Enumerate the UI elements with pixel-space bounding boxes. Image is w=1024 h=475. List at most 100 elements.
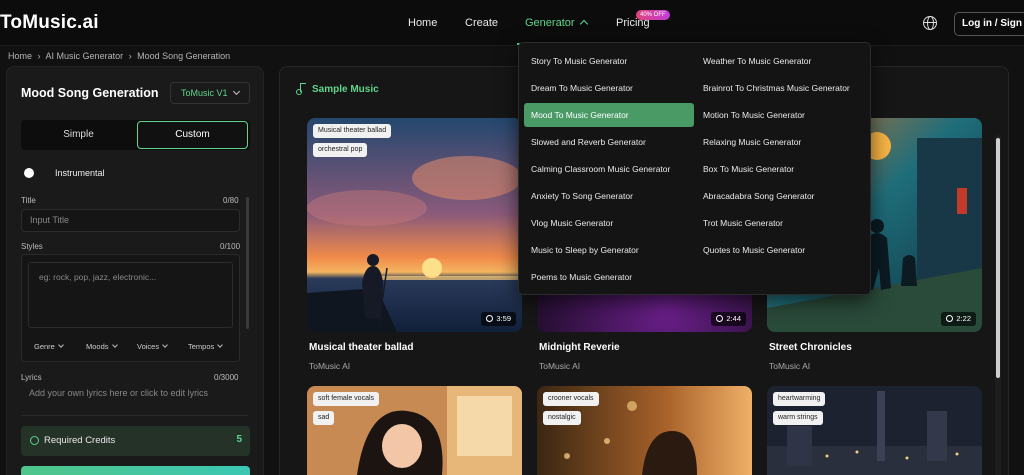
genre-tag: orchestral pop	[313, 143, 368, 157]
voices-label: Voices	[137, 342, 160, 351]
menu-item-dream-to-music[interactable]: Dream To Music Generator	[524, 76, 633, 100]
chevron-down-icon	[217, 342, 224, 348]
sample-music-header: Sample Music	[296, 82, 379, 95]
nav-create[interactable]: Create	[465, 17, 498, 29]
genre-tag: crooner vocals	[543, 392, 599, 406]
title-input[interactable]: Input Title	[21, 209, 240, 232]
login-button[interactable]: Log in / Sign Up	[954, 12, 1024, 36]
card-author: ToMusic AI	[539, 361, 581, 371]
menu-item-mood-to-music[interactable]: Mood To Music Generator	[524, 103, 694, 127]
nav-generator-label: Generator	[525, 17, 575, 29]
moods-label: Moods	[86, 342, 109, 351]
menu-item-brainrot-christmas[interactable]: Brainrot To Christmas Music Generator	[696, 76, 850, 100]
generation-form-panel: Mood Song Generation ToMusic V1 Simple C…	[6, 66, 264, 475]
generate-button[interactable]	[21, 466, 250, 475]
genre-tag: nostalgic	[543, 411, 581, 425]
card-author: ToMusic AI	[769, 361, 811, 371]
lyrics-char-count: 0/3000	[214, 373, 239, 382]
menu-item-poems-to-music[interactable]: Poems to Music Generator	[524, 265, 632, 289]
duration-value: 3:59	[496, 314, 511, 323]
voices-dropdown[interactable]: Voices	[137, 342, 168, 351]
model-version-value: ToMusic V1	[181, 88, 228, 98]
mode-toggle: Simple Custom	[21, 120, 250, 150]
duration-value: 2:44	[726, 314, 741, 323]
card-cover-image: soft female vocals sad	[307, 386, 522, 475]
genre-tag: heartwarming	[773, 392, 826, 406]
breadcrumb-separator: ›	[37, 51, 41, 61]
chevron-up-icon	[579, 19, 588, 29]
styles-label: Styles	[21, 242, 43, 251]
menu-item-box-to-music[interactable]: Box To Music Generator	[696, 157, 794, 181]
genre-dropdown[interactable]: Genre	[34, 342, 64, 351]
model-version-select[interactable]: ToMusic V1	[170, 82, 250, 104]
menu-item-slowed-reverb[interactable]: Slowed and Reverb Generator	[524, 130, 646, 154]
genre-tag: Musical theater ballad	[313, 124, 392, 138]
menu-item-story-to-music[interactable]: Story To Music Generator	[524, 49, 627, 73]
instrumental-toggle[interactable]	[24, 168, 34, 178]
card-cover-image: crooner vocals nostalgic	[537, 386, 752, 475]
nav-home[interactable]: Home	[408, 17, 437, 29]
lyrics-label: Lyrics	[21, 373, 42, 382]
samples-scrollbar-thumb[interactable]	[996, 138, 1000, 378]
menu-item-abracadabra-song[interactable]: Abracadabra Song Generator	[696, 184, 815, 208]
tempos-label: Tempos	[188, 342, 215, 351]
title-label: Title	[21, 196, 36, 205]
credits-value: 5	[236, 434, 242, 445]
moods-dropdown[interactable]: Moods	[86, 342, 118, 351]
clock-icon	[946, 315, 954, 322]
mode-simple-tab[interactable]: Simple	[21, 120, 136, 150]
menu-item-trot-music[interactable]: Trot Music Generator	[696, 211, 783, 235]
card-cover-image: heartwarming warm strings	[767, 386, 982, 475]
menu-item-motion-to-music[interactable]: Motion To Music Generator	[696, 103, 805, 127]
divider	[21, 415, 248, 416]
globe-icon[interactable]	[923, 16, 937, 30]
menu-item-anxiety-to-song[interactable]: Anxiety To Song Generator	[524, 184, 633, 208]
styles-input[interactable]: eg: rock, pop, jazz, electronic...	[28, 262, 233, 328]
menu-item-calming-classroom[interactable]: Calming Classroom Music Generator	[524, 157, 670, 181]
form-scrollbar[interactable]	[246, 197, 249, 329]
clock-icon	[716, 315, 724, 322]
tempos-dropdown[interactable]: Tempos	[188, 342, 224, 351]
duration-badge: 3:59	[481, 312, 516, 326]
music-note-icon	[296, 83, 306, 95]
generator-dropdown-menu: Story To Music Generator Dream To Music …	[518, 42, 871, 295]
lyrics-input[interactable]: Add your own lyrics here or click to edi…	[21, 388, 240, 404]
menu-item-weather-to-music[interactable]: Weather To Music Generator	[696, 49, 811, 73]
breadcrumb-ai-music[interactable]: AI Music Generator	[46, 51, 124, 61]
card-title[interactable]: Midnight Reverie	[539, 342, 620, 353]
top-nav: ToMusic.ai Home Create Generator Pricing…	[0, 0, 1024, 46]
coin-icon	[30, 436, 39, 445]
breadcrumb-home[interactable]: Home	[8, 51, 32, 61]
card-title[interactable]: Musical theater ballad	[309, 342, 413, 353]
required-credits-bar: Required Credits 5	[21, 426, 250, 456]
duration-badge: 2:44	[711, 312, 746, 326]
card-author: ToMusic AI	[309, 361, 351, 371]
duration-value: 2:22	[956, 314, 971, 323]
breadcrumb: Home › AI Music Generator › Mood Song Ge…	[8, 51, 233, 61]
nav-generator[interactable]: Generator	[525, 17, 588, 29]
menu-item-relaxing-music[interactable]: Relaxing Music Generator	[696, 130, 801, 154]
genre-label: Genre	[34, 342, 55, 351]
discount-badge: 40% OFF	[636, 10, 670, 20]
duration-badge: 2:22	[941, 312, 976, 326]
genre-tag: sad	[313, 411, 335, 425]
chevron-down-icon	[232, 87, 241, 96]
form-title: Mood Song Generation	[21, 86, 159, 100]
card-cover-image: Musical theater ballad orchestral pop 3:…	[307, 118, 522, 332]
chevron-down-icon	[162, 342, 168, 348]
logo[interactable]: ToMusic.ai	[0, 12, 99, 34]
chevron-down-icon	[111, 342, 118, 348]
menu-item-vlog-music[interactable]: Vlog Music Generator	[524, 211, 613, 235]
genre-tag: soft female vocals	[313, 392, 380, 406]
card-title[interactable]: Street Chronicles	[769, 342, 852, 353]
mode-custom-tab[interactable]: Custom	[137, 121, 248, 149]
credits-label: Required Credits	[44, 435, 116, 446]
instrumental-label: Instrumental	[55, 168, 105, 178]
styles-container: eg: rock, pop, jazz, electronic... Genre…	[21, 254, 240, 362]
clock-icon	[486, 315, 494, 322]
menu-item-quotes-to-music[interactable]: Quotes to Music Generator	[696, 238, 805, 262]
title-char-count: 0/80	[223, 196, 239, 205]
breadcrumb-separator: ›	[128, 51, 132, 61]
menu-item-music-to-sleep[interactable]: Music to Sleep by Generator	[524, 238, 639, 262]
breadcrumb-current: Mood Song Generation	[137, 51, 231, 61]
